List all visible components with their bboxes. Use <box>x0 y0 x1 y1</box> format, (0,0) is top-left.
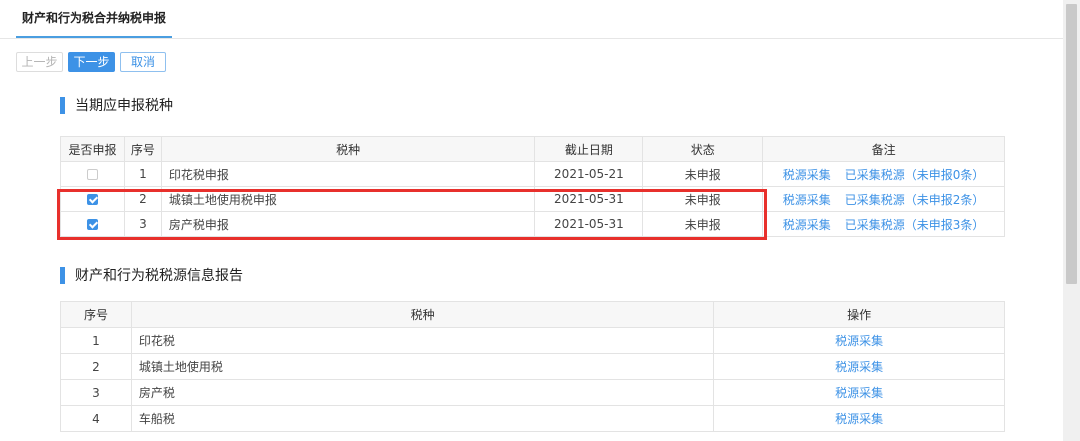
section-title-current-taxes: 当期应申报税种 <box>60 97 173 115</box>
status-cell: 未申报 <box>642 161 764 187</box>
tax-source-collect-link[interactable]: 税源采集 <box>783 218 831 232</box>
col-header: 税种 <box>130 301 715 328</box>
declare-checkbox[interactable] <box>86 169 98 180</box>
tax-source-collect-link[interactable]: 税源采集 <box>835 412 883 426</box>
index-cell: 4 <box>60 405 132 432</box>
collected-sources-link[interactable]: 已采集税源（未申报0条） <box>845 168 985 182</box>
col-header: 序号 <box>123 136 162 162</box>
section-marker <box>60 267 65 284</box>
index-cell: 1 <box>60 327 132 354</box>
collected-sources-link[interactable]: 已采集税源（未申报3条） <box>845 218 985 232</box>
deadline-cell: 2021-05-21 <box>534 161 644 187</box>
col-header: 截止日期 <box>534 136 644 162</box>
action-cell: 税源采集 <box>713 353 1005 380</box>
col-header: 备注 <box>762 136 1005 162</box>
col-header: 操作 <box>713 301 1005 328</box>
tax-name-cell: 印花税申报 <box>160 161 536 187</box>
table-row: 4 车船税 税源采集 <box>60 405 1005 432</box>
highlight-box <box>57 189 767 240</box>
section-title-text: 财产和行为税税源信息报告 <box>75 268 243 284</box>
section-title-text: 当期应申报税种 <box>75 98 173 114</box>
table-row: 1 印花税 税源采集 <box>60 327 1005 354</box>
tax-source-collect-link[interactable]: 税源采集 <box>783 168 831 182</box>
action-cell: 税源采集 <box>713 405 1005 432</box>
section-marker <box>60 97 65 114</box>
index-cell: 2 <box>60 353 132 380</box>
table-header-row: 序号 税种 操作 <box>60 301 1005 328</box>
action-cell: 税源采集 <box>713 327 1005 354</box>
tax-source-report-table: 序号 税种 操作 1 印花税 税源采集 2 城镇土地使用税 税源采集 3 房产税… <box>60 301 1005 432</box>
next-step-button[interactable]: 下一步 <box>68 52 115 72</box>
tax-name-cell: 印花税 <box>130 327 715 354</box>
index-cell: 3 <box>60 379 132 406</box>
tax-name-cell: 房产税 <box>130 379 715 406</box>
scrollbar-thumb[interactable] <box>1066 4 1077 284</box>
col-header: 是否申报 <box>60 136 125 162</box>
table-row: 1 印花税申报 2021-05-21 未申报 税源采集 已采集税源（未申报0条） <box>60 161 1005 187</box>
table-header-row: 是否申报 序号 税种 截止日期 状态 备注 <box>60 136 1005 162</box>
vertical-scrollbar[interactable] <box>1063 0 1080 441</box>
tab-bar: 财产和行为税合并纳税申报 <box>0 0 1063 39</box>
prev-step-button[interactable]: 上一步 <box>16 52 63 72</box>
declare-cell <box>60 161 125 187</box>
tab-property-tax-declaration[interactable]: 财产和行为税合并纳税申报 <box>16 0 173 38</box>
action-cell: 税源采集 <box>713 379 1005 406</box>
col-header: 序号 <box>60 301 132 328</box>
collected-sources-link[interactable]: 已采集税源（未申报2条） <box>845 193 985 207</box>
tax-source-collect-link[interactable]: 税源采集 <box>835 360 883 374</box>
section-title-tax-source-report: 财产和行为税税源信息报告 <box>60 267 243 285</box>
table-row: 3 房产税 税源采集 <box>60 379 1005 406</box>
table-row: 2 城镇土地使用税 税源采集 <box>60 353 1005 380</box>
cancel-button[interactable]: 取消 <box>120 52 166 72</box>
tax-name-cell: 车船税 <box>130 405 715 432</box>
remarks-cell: 税源采集 已采集税源（未申报2条） <box>762 186 1005 212</box>
col-header: 状态 <box>642 136 764 162</box>
tax-name-cell: 城镇土地使用税 <box>130 353 715 380</box>
tax-source-collect-link[interactable]: 税源采集 <box>835 386 883 400</box>
tax-source-collect-link[interactable]: 税源采集 <box>835 334 883 348</box>
remarks-cell: 税源采集 已采集税源（未申报3条） <box>762 211 1005 237</box>
col-header: 税种 <box>160 136 536 162</box>
tax-source-collect-link[interactable]: 税源采集 <box>783 193 831 207</box>
remarks-cell: 税源采集 已采集税源（未申报0条） <box>762 161 1005 187</box>
index-cell: 1 <box>123 161 162 187</box>
